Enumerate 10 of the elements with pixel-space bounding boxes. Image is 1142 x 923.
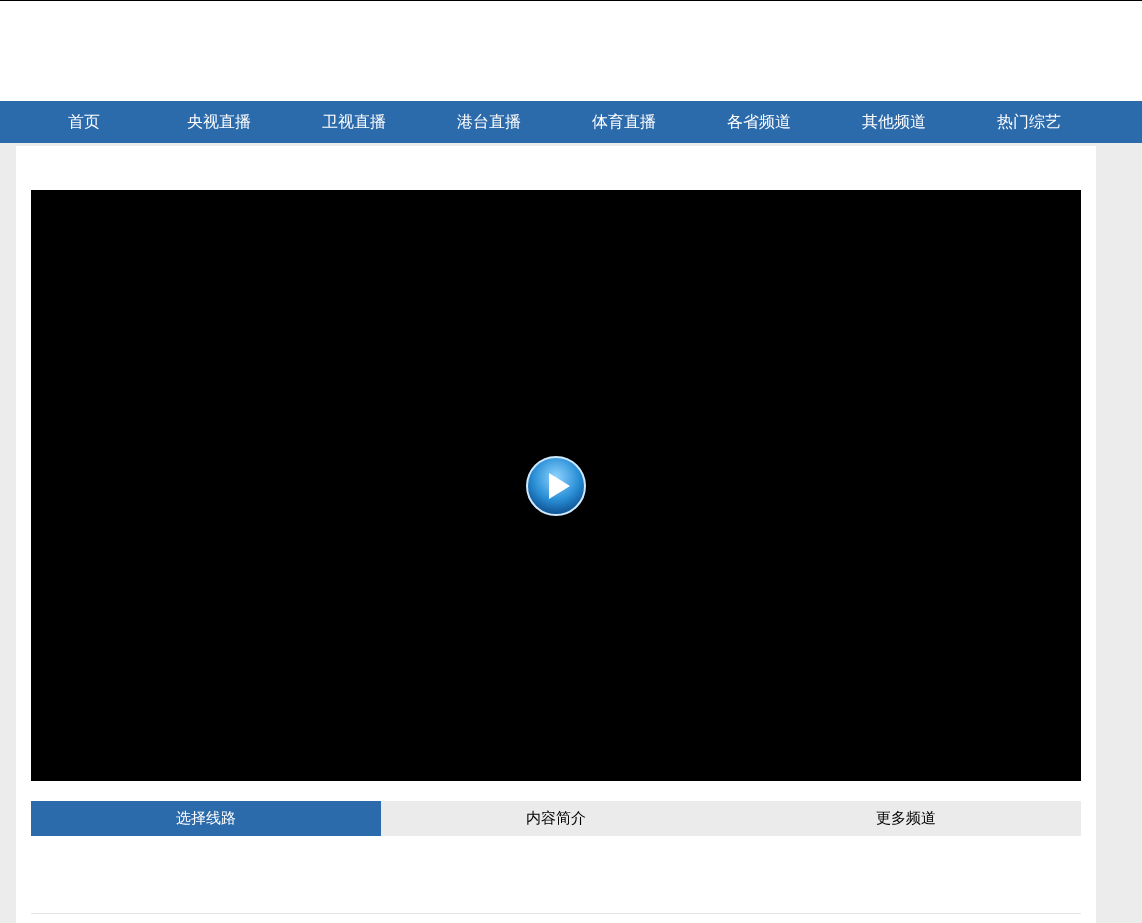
nav-link[interactable]: 体育直播 xyxy=(556,101,691,143)
nav-link[interactable]: 首页 xyxy=(16,101,151,143)
play-icon[interactable] xyxy=(525,454,587,517)
nav-link[interactable]: 港台直播 xyxy=(421,101,556,143)
nav-link[interactable]: 各省频道 xyxy=(691,101,826,143)
nav-link[interactable]: 央视直播 xyxy=(151,101,286,143)
nav-link[interactable]: 卫视直播 xyxy=(286,101,421,143)
nav-link[interactable]: 其他频道 xyxy=(826,101,961,143)
tab[interactable]: 选择线路 xyxy=(31,801,381,836)
nav-link[interactable]: 热门综艺 xyxy=(961,101,1096,143)
